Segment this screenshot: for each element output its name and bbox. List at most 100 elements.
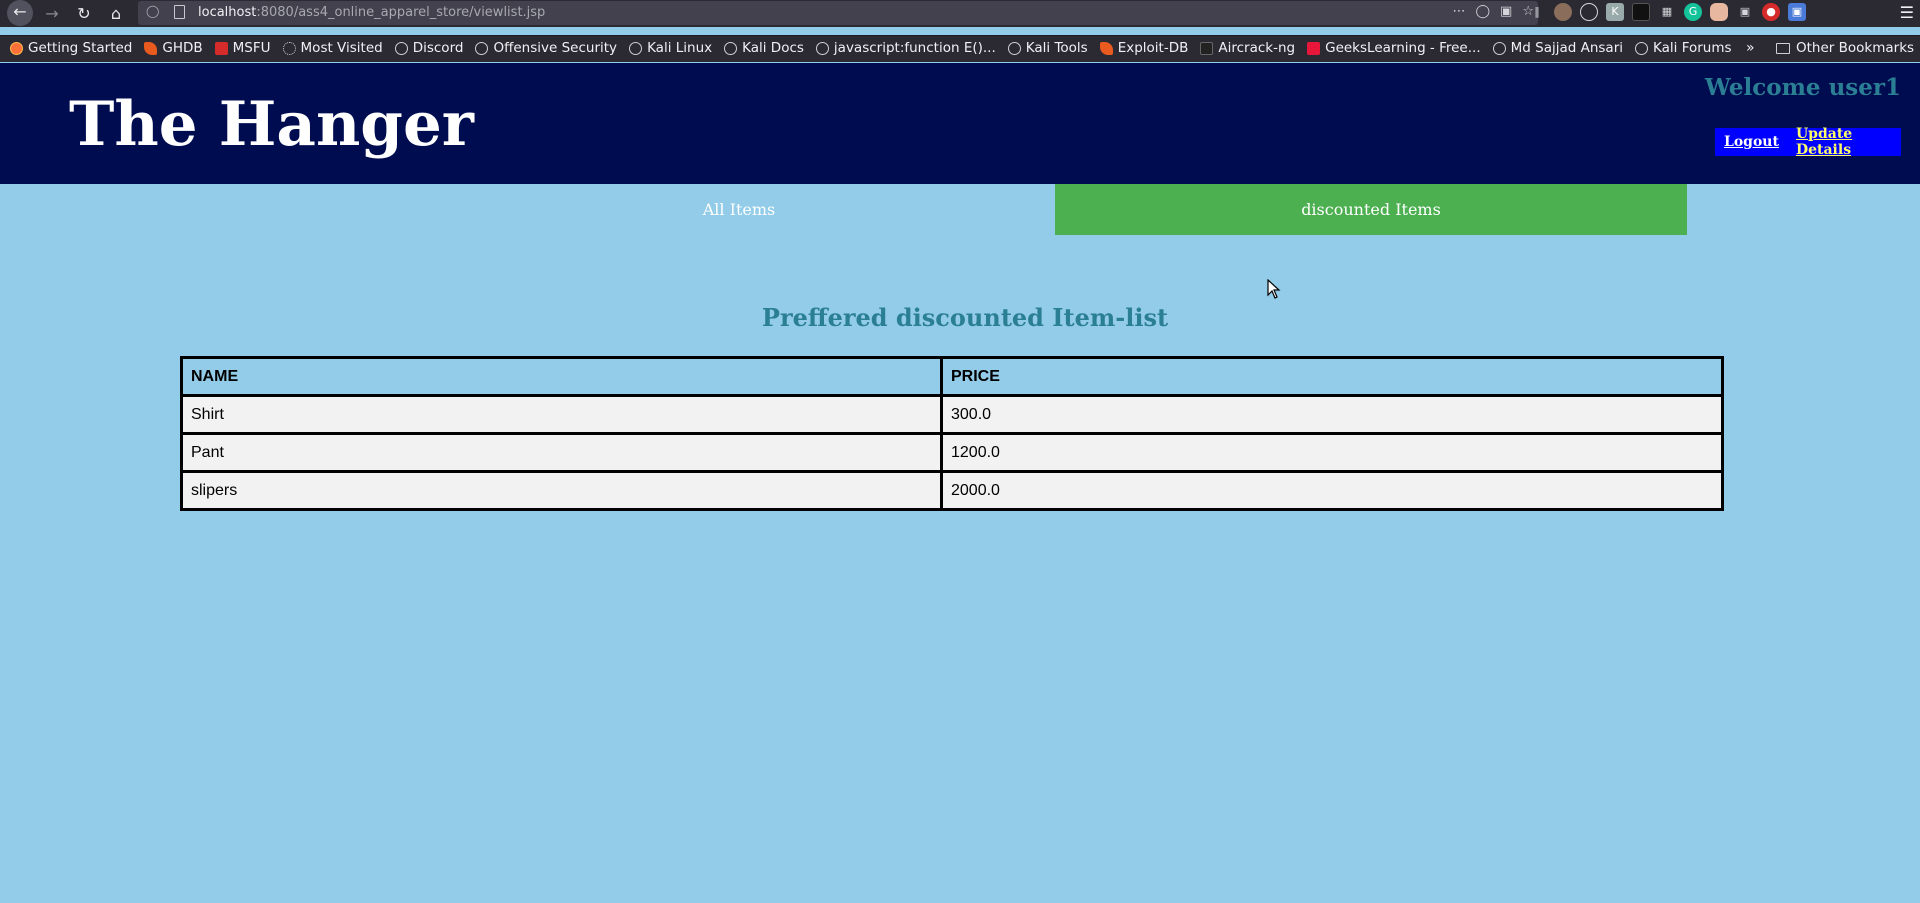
bookmark-item[interactable]: javascript:function E()...	[815, 40, 996, 56]
column-header-price: PRICE	[940, 356, 1724, 397]
hamburger-menu-icon[interactable]: ☰	[1900, 3, 1914, 22]
globe-icon	[394, 41, 408, 55]
bookmark-item[interactable]: Md Sajjad Ansari	[1492, 40, 1624, 56]
bookmark-label: Kali Linux	[647, 40, 713, 56]
site-header: The Hanger Welcome user1 Logout Update D…	[0, 63, 1920, 184]
grammarly-icon[interactable]: G	[1684, 3, 1702, 21]
update-details-link[interactable]: Update Details	[1796, 126, 1901, 158]
globe-icon	[1007, 41, 1021, 55]
globe-icon	[1635, 41, 1649, 55]
table-row: Pant 1200.0	[180, 432, 1724, 473]
item-price-cell: 300.0	[940, 394, 1724, 435]
globe-icon	[629, 41, 643, 55]
logout-link[interactable]: Logout	[1724, 134, 1779, 150]
back-arrow-icon[interactable]: ←	[7, 0, 33, 26]
other-bookmarks[interactable]: Other Bookmarks	[1776, 40, 1914, 56]
library-icon[interactable]: ‖	[1528, 3, 1546, 21]
globe-icon	[475, 41, 489, 55]
url-text[interactable]: localhost:8080/ass4_online_apparel_store…	[198, 5, 545, 20]
bookmark-label: Exploit-DB	[1117, 40, 1189, 56]
item-list-heading: Preffered discounted Item-list	[761, 303, 1169, 332]
bookmark-label: Discord	[412, 40, 464, 56]
item-name-cell: slipers	[180, 470, 943, 511]
bookmark-label: Kali Docs	[742, 40, 804, 56]
item-table: NAME PRICE Shirt 300.0 Pant 1200.0 slipe…	[180, 356, 1724, 511]
table-header-row: NAME PRICE	[180, 356, 1724, 397]
bookmark-item[interactable]: Kali Tools	[1007, 40, 1088, 56]
account-links: Logout Update Details	[1715, 126, 1901, 158]
bookmark-item[interactable]: Aircrack-ng	[1200, 40, 1295, 56]
bookmark-item[interactable]: Discord	[394, 40, 464, 56]
url-host: localhost	[198, 5, 257, 20]
page-actions-icon[interactable]: ⋯	[1452, 4, 1465, 19]
bookmark-item[interactable]: Kali Docs	[724, 40, 804, 56]
offsec-icon	[144, 41, 158, 55]
globe-icon	[815, 41, 829, 55]
more-bookmarks-chevron-icon[interactable]: »	[1746, 40, 1755, 56]
bookmark-label: GHDB	[162, 40, 203, 56]
msfu-icon	[214, 41, 228, 55]
extension-translate-icon[interactable]: ▣	[1788, 3, 1806, 21]
browser-toolbar: ← → ↻ ⌂ ◯ localhost:8080/ass4_online_app…	[0, 0, 1920, 27]
bookmark-label: Md Sajjad Ansari	[1510, 40, 1624, 56]
url-actions: ⋯ ◯ ▣ ☆	[1452, 4, 1534, 19]
extension-k-icon[interactable]: K	[1606, 3, 1624, 21]
bookmark-label: GeeksLearning - Free...	[1325, 40, 1481, 56]
table-row: Shirt 300.0	[180, 394, 1724, 435]
folder-icon	[1776, 42, 1790, 54]
aircrack-icon	[1200, 41, 1214, 55]
bookmark-label: Kali Forums	[1653, 40, 1732, 56]
bookmark-item[interactable]: Exploit-DB	[1099, 40, 1189, 56]
pocket-icon[interactable]: ◯	[1475, 4, 1490, 19]
bookmark-label: javascript:function E()...	[833, 40, 996, 56]
copyright-icon	[1492, 41, 1506, 55]
column-header-name: NAME	[180, 356, 943, 397]
geekslearning-icon	[1307, 41, 1321, 55]
item-name-cell: Pant	[180, 432, 943, 473]
bookmark-item[interactable]: Getting Started	[10, 40, 132, 56]
page-icon	[174, 5, 185, 19]
account-avatar-icon[interactable]	[1554, 3, 1572, 21]
history-icon[interactable]	[1580, 3, 1598, 21]
bookmark-item[interactable]: MSFU	[214, 40, 271, 56]
globe-icon	[724, 41, 738, 55]
bookmarks-bar: Getting Started GHDB MSFU Most Visited Disco…	[0, 35, 1920, 62]
bookmark-item[interactable]: GHDB	[144, 40, 203, 56]
nav-discounted-items[interactable]: discounted Items	[1055, 184, 1687, 235]
extension-grid-icon[interactable]: ▦	[1658, 3, 1676, 21]
url-path: :8080/ass4_online_apparel_store/viewlist…	[256, 5, 546, 20]
other-bookmarks-label: Other Bookmarks	[1796, 40, 1915, 56]
bookmark-item[interactable]: GeeksLearning - Free...	[1307, 40, 1481, 56]
bookmarks-list: Getting Started GHDB MSFU Most Visited Disco…	[10, 40, 1744, 56]
offsec-icon	[1099, 41, 1113, 55]
url-bar[interactable]: ◯ localhost:8080/ass4_online_apparel_sto…	[138, 1, 1538, 25]
item-price-cell: 2000.0	[940, 470, 1724, 511]
reload-icon[interactable]: ↻	[72, 2, 96, 25]
nav-all-items[interactable]: All Items	[423, 184, 1055, 235]
table-row: slipers 2000.0	[180, 470, 1724, 511]
translate-icon[interactable]: ▣	[1500, 4, 1512, 19]
bookmark-item[interactable]: Kali Linux	[629, 40, 712, 56]
main-nav: All Items discounted Items	[423, 184, 1687, 235]
bookmark-item[interactable]: Offensive Security	[475, 40, 617, 56]
extension-dark-icon[interactable]	[1632, 3, 1650, 21]
bookmark-item[interactable]: Kali Forums	[1635, 40, 1732, 56]
bookmark-label: Offensive Security	[493, 40, 618, 56]
welcome-text: Welcome user1	[1704, 74, 1901, 101]
bookmark-label: MSFU	[232, 40, 271, 56]
extension-lock-icon[interactable]: ●	[1762, 3, 1780, 21]
extension-bottle-icon[interactable]	[1710, 3, 1728, 21]
extension-apps-icon[interactable]: ▣	[1736, 3, 1754, 21]
shield-icon[interactable]: ◯	[146, 4, 159, 18]
item-name-cell: Shirt	[180, 394, 943, 435]
gear-icon	[282, 41, 296, 55]
firefox-icon	[10, 41, 23, 55]
bookmark-label: Kali Tools	[1025, 40, 1088, 56]
bookmark-label: Getting Started	[28, 40, 133, 56]
site-title: The Hanger	[69, 89, 474, 160]
bookmark-item[interactable]: Most Visited	[282, 40, 383, 56]
extensions-row: ‖ K ▦ G ▣ ● ▣	[1528, 3, 1806, 21]
forward-arrow-icon[interactable]: →	[40, 2, 64, 25]
home-icon[interactable]: ⌂	[104, 2, 128, 25]
bookmark-label: Aircrack-ng	[1218, 40, 1296, 56]
